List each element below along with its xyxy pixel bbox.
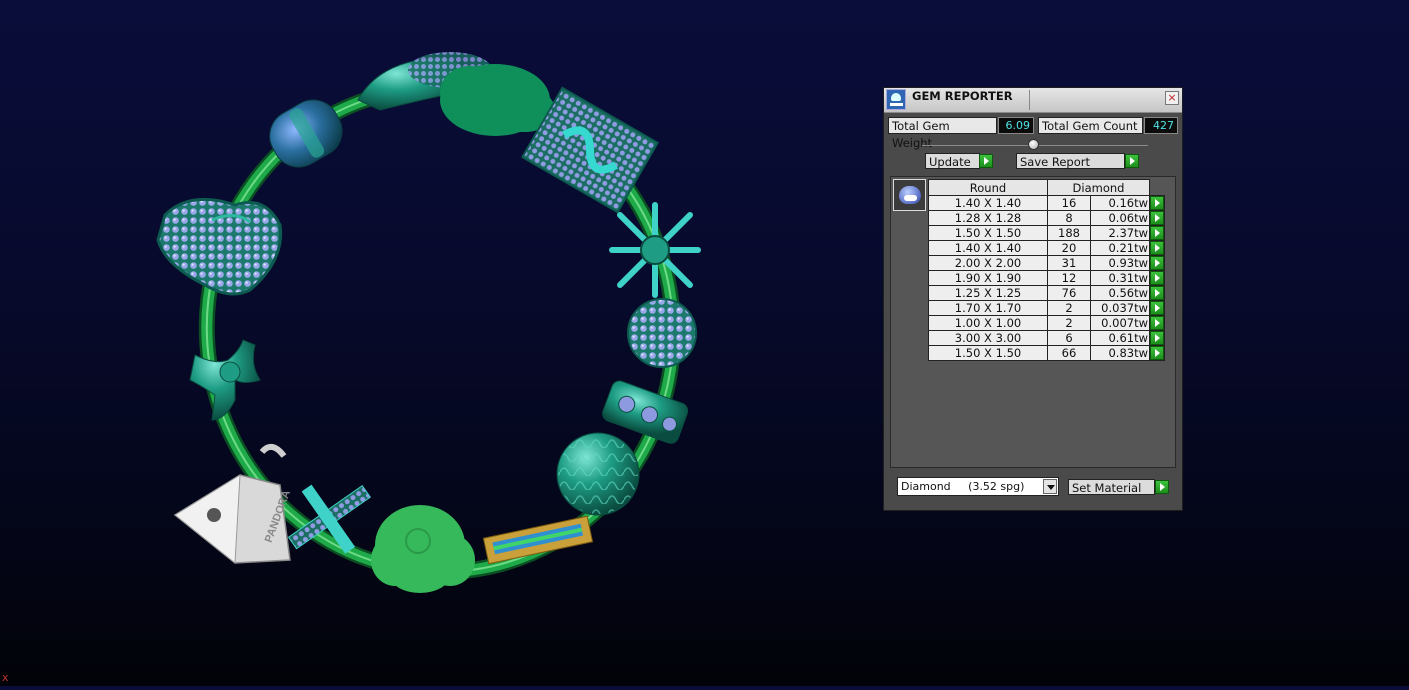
gem-size-cell: 1.00 X 1.00 [928, 315, 1048, 331]
update-go-icon[interactable] [979, 154, 993, 168]
gem-size-cell: 1.40 X 1.40 [928, 240, 1048, 256]
row-select-arrow-icon[interactable] [1150, 256, 1164, 270]
row-select-arrow-icon[interactable] [1150, 196, 1164, 210]
total-gem-weight-label: Total Gem Weight [888, 117, 997, 150]
total-gem-count-label: Total Gem Count [1038, 117, 1143, 134]
gem-weight-cell: 0.037tw [1089, 300, 1151, 316]
row-go-cell [1149, 330, 1165, 346]
3d-viewport[interactable]: PANDORA x [0, 0, 860, 686]
row-select-arrow-icon[interactable] [1150, 316, 1164, 330]
row-go-cell [1149, 240, 1165, 256]
gem-count-cell: 16 [1047, 195, 1091, 211]
gem-size-cell: 3.00 X 3.00 [928, 330, 1048, 346]
bracelet-render: PANDORA [156, 52, 701, 593]
set-material-go-icon[interactable] [1155, 480, 1169, 494]
corner-marker: x [2, 671, 9, 684]
pave-ball-charm [627, 298, 697, 368]
gem-weight-cell: 0.16tw [1089, 195, 1151, 211]
gem-count-cell: 8 [1047, 210, 1091, 226]
table-row[interactable]: 1.28 X 1.28 8 0.06tw [928, 210, 1165, 226]
table-row[interactable]: 1.40 X 1.40 16 0.16tw [928, 195, 1165, 211]
gem-reporter-panel: GEM REPORTER × Total Gem Weight 6.09 Tot… [883, 87, 1183, 511]
gem-count-cell: 2 [1047, 315, 1091, 331]
table-row[interactable]: 1.25 X 1.25 76 0.56tw [928, 285, 1165, 301]
save-report-go-icon[interactable] [1125, 154, 1139, 168]
gem-count-cell: 2 [1047, 300, 1091, 316]
row-select-arrow-icon[interactable] [1150, 286, 1164, 300]
table-row[interactable]: 1.90 X 1.90 12 0.31tw [928, 270, 1165, 286]
row-go-cell [1149, 225, 1165, 241]
table-row[interactable]: 3.00 X 3.00 6 0.61tw [928, 330, 1165, 346]
gem-size-cell: 1.90 X 1.90 [928, 270, 1048, 286]
material-header: Diamond [1047, 179, 1150, 196]
update-button[interactable]: Update [925, 153, 980, 169]
gem-weight-cell: 0.31tw [1089, 270, 1151, 286]
gem-count-cell: 20 [1047, 240, 1091, 256]
spiky-charm [609, 202, 701, 298]
gem-size-cell: 1.40 X 1.40 [928, 195, 1048, 211]
row-go-cell [1149, 210, 1165, 226]
gem-count-cell: 31 [1047, 255, 1091, 271]
row-select-arrow-icon[interactable] [1150, 241, 1164, 255]
material-select[interactable]: Diamond (3.52 spg) [897, 477, 1059, 496]
row-select-arrow-icon[interactable] [1150, 301, 1164, 315]
total-gem-weight-value: 6.09 [998, 117, 1034, 134]
gem-reporter-icon [886, 89, 906, 110]
gem-count-cell: 12 [1047, 270, 1091, 286]
row-select-arrow-icon[interactable] [1150, 226, 1164, 240]
save-report-button[interactable]: Save Report [1016, 153, 1125, 169]
gem-size-cell: 2.00 X 2.00 [928, 255, 1048, 271]
row-go-cell [1149, 345, 1165, 361]
row-select-arrow-icon[interactable] [1150, 211, 1164, 225]
gem-count-cell: 188 [1047, 225, 1091, 241]
table-row[interactable]: 1.40 X 1.40 20 0.21tw [928, 240, 1165, 256]
row-go-cell [1149, 315, 1165, 331]
row-go-cell [1149, 270, 1165, 286]
row-go-cell [1149, 300, 1165, 316]
gem-table: Round Diamond 1.40 X 1.40 16 0.16tw 1.28 X … [928, 179, 1165, 361]
row-select-arrow-icon[interactable] [1150, 346, 1164, 360]
title-divider [1029, 90, 1030, 110]
wave-ball-charm [556, 432, 640, 516]
table-row[interactable]: 1.00 X 1.00 2 0.007tw [928, 315, 1165, 331]
close-button[interactable]: × [1165, 91, 1179, 105]
gem-weight-cell: 0.007tw [1089, 315, 1151, 331]
slider-knob[interactable] [1028, 139, 1039, 150]
gem-size-cell: 1.50 X 1.50 [928, 345, 1048, 361]
row-go-cell [1149, 195, 1165, 211]
gem-weight-cell: 0.06tw [1089, 210, 1151, 226]
pave-heart-charm [156, 197, 283, 296]
row-select-arrow-icon[interactable] [1150, 271, 1164, 285]
row-select-arrow-icon[interactable] [1150, 331, 1164, 345]
table-row[interactable]: 2.00 X 2.00 31 0.93tw [928, 255, 1165, 271]
row-go-cell [1149, 255, 1165, 271]
gem-weight-cell: 0.56tw [1089, 285, 1151, 301]
shape-header: Round [928, 179, 1048, 196]
table-row[interactable]: 1.70 X 1.70 2 0.037tw [928, 300, 1165, 316]
table-row[interactable]: 1.50 X 1.50 66 0.83tw [928, 345, 1165, 361]
material-select-value: Diamond (3.52 spg) [901, 480, 1025, 493]
pyramid-bag-charm: PANDORA [173, 443, 293, 564]
gem-weight-cell: 0.93tw [1089, 255, 1151, 271]
dropdown-arrow-icon[interactable] [1043, 479, 1057, 494]
set-material-button[interactable]: Set Material [1068, 479, 1155, 495]
panel-title: GEM REPORTER [912, 89, 1013, 103]
gem-weight-cell: 0.83tw [1089, 345, 1151, 361]
gem-size-cell: 1.25 X 1.25 [928, 285, 1048, 301]
row-go-cell [1149, 285, 1165, 301]
gem-size-cell: 1.50 X 1.50 [928, 225, 1048, 241]
gem-size-cell: 1.70 X 1.70 [928, 300, 1048, 316]
gem-weight-cell: 0.21tw [1089, 240, 1151, 256]
blob-charm-bottom [371, 505, 475, 593]
gem-count-cell: 76 [1047, 285, 1091, 301]
gem-count-cell: 66 [1047, 345, 1091, 361]
panel-titlebar[interactable]: GEM REPORTER × [884, 88, 1182, 113]
gem-weight-cell: 0.61tw [1089, 330, 1151, 346]
total-gem-count-value: 427 [1144, 117, 1178, 134]
gem-count-cell: 6 [1047, 330, 1091, 346]
round-gem-thumbnail-icon[interactable] [893, 179, 926, 211]
gem-size-cell: 1.28 X 1.28 [928, 210, 1048, 226]
gem-weight-cell: 2.37tw [1089, 225, 1151, 241]
table-row[interactable]: 1.50 X 1.50 188 2.37tw [928, 225, 1165, 241]
